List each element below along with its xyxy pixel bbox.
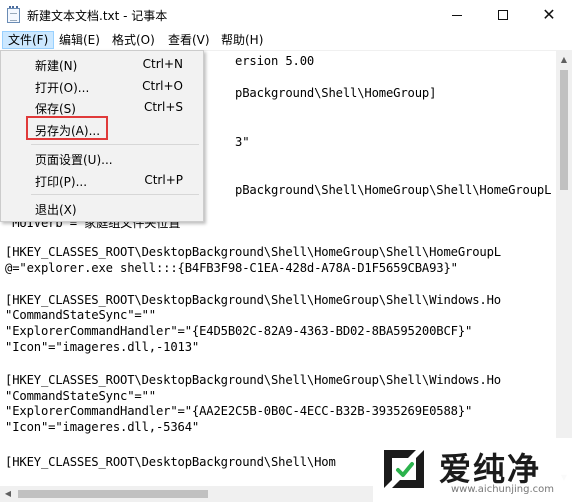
save-as-highlight	[26, 116, 108, 140]
window-title: 新建文本文档.txt - 记事本	[27, 9, 168, 23]
minimize-button[interactable]	[434, 0, 480, 30]
close-icon: ✕	[542, 5, 556, 24]
editor-line: "Icon"="imageres.dll,-1013"	[5, 340, 200, 354]
menu-item-new[interactable]: 新建(N) Ctrl+N	[3, 54, 201, 76]
menu-separator	[31, 194, 199, 195]
menu-item-print[interactable]: 打印(P)... Ctrl+P	[3, 170, 201, 192]
editor-line: [HKEY_CLASSES_ROOT\DesktopBackground\She…	[5, 455, 336, 469]
scroll-up-icon[interactable]: ▲	[556, 51, 572, 68]
editor-line: "ExplorerCommandHandler"="{E4D5B02C-82A9…	[5, 324, 473, 338]
menu-item-exit[interactable]: 退出(X)	[3, 198, 201, 220]
editor-line: @="explorer.exe shell:::{B4FB3F98-C1EA-4…	[5, 261, 458, 275]
editor-line: "CommandStateSync"=""	[5, 308, 156, 322]
watermark: 爱纯净 www.aichunjing.com	[373, 438, 572, 502]
notepad-icon	[7, 6, 20, 23]
menu-item-open[interactable]: 打开(O)... Ctrl+O	[3, 76, 201, 98]
maximize-icon	[498, 10, 508, 20]
watermark-url: www.aichunjing.com	[451, 484, 554, 495]
menu-file[interactable]: 文件(F)	[2, 31, 55, 49]
vertical-scrollbar[interactable]: ▲ ▼	[556, 51, 572, 486]
editor-line: "ExplorerCommandHandler"="{AA2E2C5B-0B0C…	[5, 404, 473, 418]
menu-separator	[31, 144, 199, 145]
editor-line: [HKEY_CLASSES_ROOT\DesktopBackground\She…	[5, 373, 501, 387]
menu-format[interactable]: 格式(O)	[107, 31, 160, 49]
scroll-left-icon[interactable]: ◀	[0, 486, 16, 502]
editor-line: [HKEY_CLASSES_ROOT\DesktopBackground\She…	[5, 293, 501, 307]
aichunjing-logo-icon	[384, 450, 424, 488]
menu-help[interactable]: 帮助(H)	[216, 31, 268, 49]
menu-item-page-setup[interactable]: 页面设置(U)...	[3, 148, 201, 170]
vertical-scroll-thumb[interactable]	[560, 70, 568, 190]
maximize-button[interactable]	[480, 0, 526, 30]
menu-bar: 文件(F) 编辑(E) 格式(O) 查看(V) 帮助(H)	[0, 30, 572, 51]
editor-line: "CommandStateSync"=""	[5, 389, 156, 403]
editor-line: [HKEY_CLASSES_ROOT\DesktopBackground\She…	[5, 245, 501, 259]
menu-edit[interactable]: 编辑(E)	[54, 31, 105, 49]
minimize-icon	[452, 14, 462, 16]
notepad-window: 新建文本文档.txt - 记事本 ✕ 文件(F) 编辑(E) 格式(O) 查看(…	[0, 0, 572, 502]
editor-line: "Icon"="imageres.dll,-5364"	[5, 420, 200, 434]
horizontal-scroll-thumb[interactable]	[18, 490, 208, 498]
menu-view[interactable]: 查看(V)	[163, 31, 215, 49]
title-bar[interactable]: 新建文本文档.txt - 记事本 ✕	[0, 0, 572, 30]
close-button[interactable]: ✕	[526, 0, 572, 30]
